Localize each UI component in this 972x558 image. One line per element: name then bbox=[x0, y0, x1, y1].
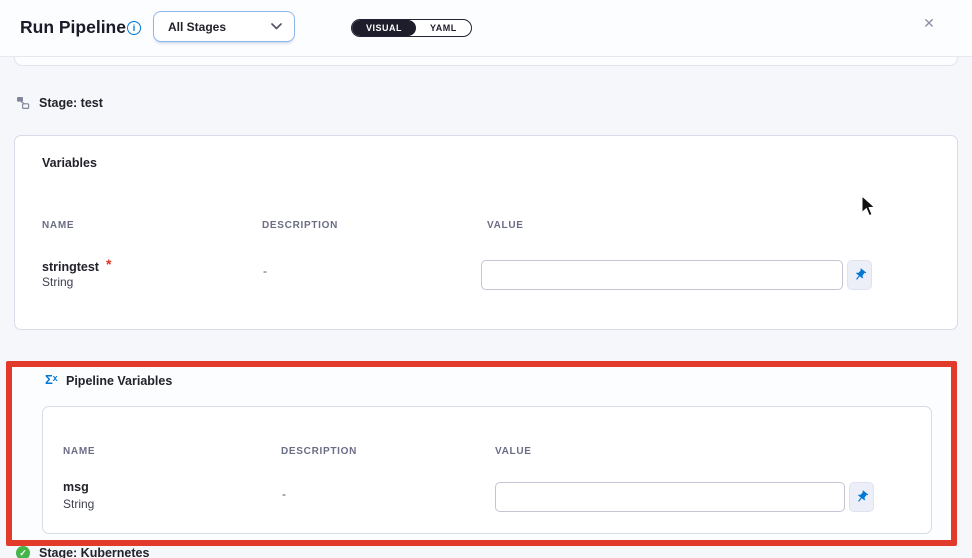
variable-name: stringtest * bbox=[42, 258, 111, 274]
value-input-stringtest[interactable] bbox=[481, 260, 843, 290]
pv-column-header-name: NAME bbox=[63, 446, 95, 457]
stage-test-label: Stage: test bbox=[39, 96, 103, 110]
visual-yaml-toggle: VISUAL YAML bbox=[351, 19, 472, 37]
pv-column-header-value: VALUE bbox=[495, 446, 532, 457]
pin-input-type-button[interactable] bbox=[847, 260, 872, 290]
sigma-variables-icon: Σˣ bbox=[45, 372, 58, 387]
stage-test-section-header: Stage: test bbox=[16, 96, 103, 110]
column-header-description: DESCRIPTION bbox=[262, 220, 338, 231]
stage-select-dropdown[interactable]: All Stages bbox=[153, 11, 295, 42]
variables-card bbox=[14, 135, 958, 330]
stage-kubernetes-section-header: ✓ Stage: Kubernetes bbox=[16, 546, 149, 558]
stage-select-value: All Stages bbox=[168, 20, 271, 34]
variables-card-title: Variables bbox=[42, 156, 97, 170]
tab-visual[interactable]: VISUAL bbox=[352, 20, 416, 36]
tab-yaml[interactable]: YAML bbox=[416, 20, 471, 36]
pv-pin-input-type-button[interactable] bbox=[849, 482, 874, 512]
variable-name-text: stringtest bbox=[42, 260, 99, 274]
run-pipeline-modal: Run Pipeline i All Stages VISUAL YAML ✕ … bbox=[0, 0, 972, 558]
pipeline-variables-card bbox=[42, 406, 932, 534]
info-icon[interactable]: i bbox=[127, 21, 141, 35]
stage-icon bbox=[16, 96, 30, 110]
page-title: Run Pipeline bbox=[20, 17, 126, 38]
required-asterisk: * bbox=[106, 256, 111, 272]
stage-kubernetes-label: Stage: Kubernetes bbox=[39, 546, 149, 558]
pv-variable-description: - bbox=[282, 487, 286, 501]
pipeline-variables-title: Pipeline Variables bbox=[66, 374, 172, 388]
pv-variable-type: String bbox=[63, 497, 94, 511]
mouse-cursor-icon bbox=[861, 196, 877, 223]
variable-description: - bbox=[263, 264, 267, 278]
column-header-name: NAME bbox=[42, 220, 74, 231]
pin-icon bbox=[855, 490, 869, 504]
previous-card-edge bbox=[14, 57, 958, 66]
variable-type: String bbox=[42, 275, 73, 289]
pin-icon bbox=[853, 268, 867, 282]
column-header-value: VALUE bbox=[487, 220, 524, 231]
chevron-down-icon bbox=[271, 23, 282, 30]
close-button[interactable]: ✕ bbox=[916, 10, 942, 36]
success-check-icon: ✓ bbox=[16, 546, 30, 558]
pv-column-header-description: DESCRIPTION bbox=[281, 446, 357, 457]
pv-variable-name: msg bbox=[63, 480, 89, 494]
modal-header: Run Pipeline i All Stages VISUAL YAML ✕ bbox=[0, 0, 972, 57]
close-icon: ✕ bbox=[923, 15, 935, 32]
value-input-msg[interactable] bbox=[495, 482, 845, 512]
